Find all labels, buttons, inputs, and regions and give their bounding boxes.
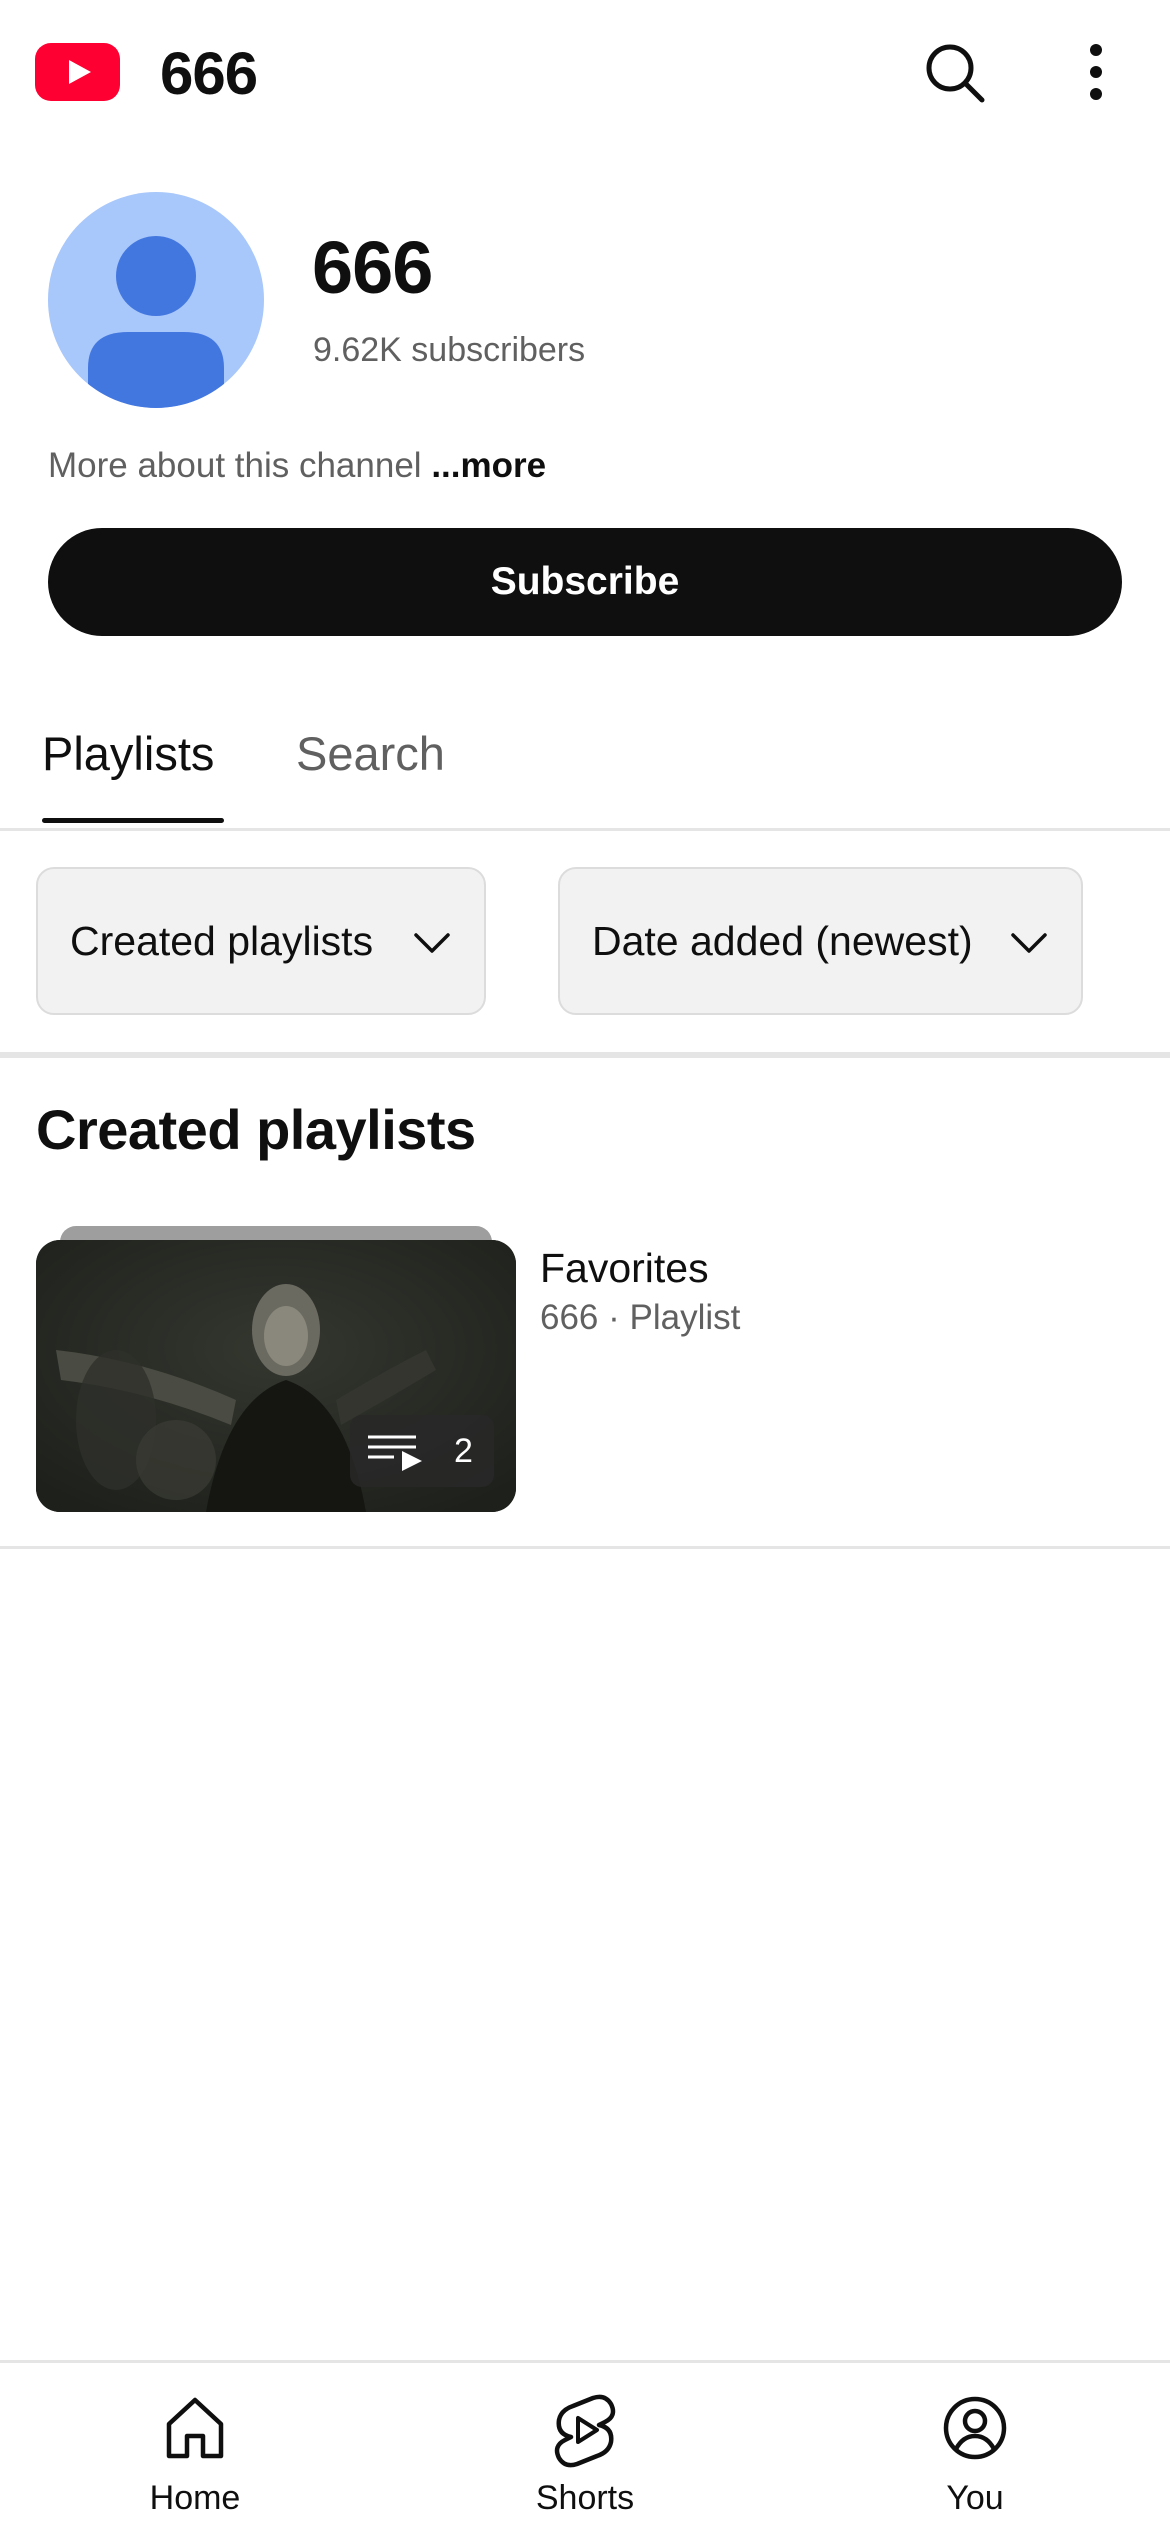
chevron-down-icon: [414, 933, 450, 953]
search-icon[interactable]: [920, 38, 988, 106]
nav-you[interactable]: You: [875, 2388, 1075, 2518]
divider: [0, 2360, 1170, 2363]
nav-you-label: You: [946, 2479, 1004, 2517]
sort-value: Date added (newest): [592, 917, 973, 964]
subscribe-button[interactable]: Subscribe: [48, 528, 1122, 636]
home-icon: [166, 2397, 224, 2459]
about-more-link[interactable]: ...more: [431, 446, 546, 485]
playlist-meta: 666 · Playlist: [540, 1298, 741, 1337]
playlist-type-value: Created playlists: [70, 917, 374, 964]
subscriber-count: 9.62K subscribers: [313, 331, 586, 369]
tab-playlists[interactable]: Playlists: [42, 722, 214, 786]
nav-home[interactable]: Home: [95, 2388, 295, 2518]
nav-shorts-label: Shorts: [535, 2479, 635, 2517]
channel-avatar[interactable]: [48, 192, 264, 408]
tab-selected-indicator: [42, 818, 224, 823]
nav-home-label: Home: [149, 2479, 241, 2517]
section-title: Created playlists: [36, 1098, 476, 1161]
more-vert-icon[interactable]: [1072, 38, 1120, 106]
divider: [0, 828, 1170, 831]
nav-shorts[interactable]: Shorts: [485, 2388, 685, 2518]
playlist-type-dropdown[interactable]: Created playlists: [36, 867, 486, 1015]
app-title: 666: [160, 40, 258, 107]
video-count-badge: 2: [350, 1415, 494, 1487]
channel-about[interactable]: More about this channel ...more: [48, 444, 546, 488]
divider: [0, 1052, 1170, 1058]
chevron-down-icon: [1011, 933, 1047, 953]
tab-search[interactable]: Search: [296, 722, 445, 786]
divider: [0, 1546, 1170, 1549]
about-text: More about this channel: [48, 446, 422, 485]
playlist-title[interactable]: Favorites: [540, 1242, 709, 1294]
playlist-play-icon: [368, 1435, 422, 1471]
sort-dropdown[interactable]: Date added (newest): [558, 867, 1083, 1015]
video-count: 2: [454, 1432, 473, 1470]
shorts-icon: [554, 2394, 616, 2468]
channel-name: 666: [312, 226, 433, 309]
youtube-logo-icon[interactable]: [35, 43, 120, 101]
account-circle-icon: [943, 2396, 1007, 2460]
